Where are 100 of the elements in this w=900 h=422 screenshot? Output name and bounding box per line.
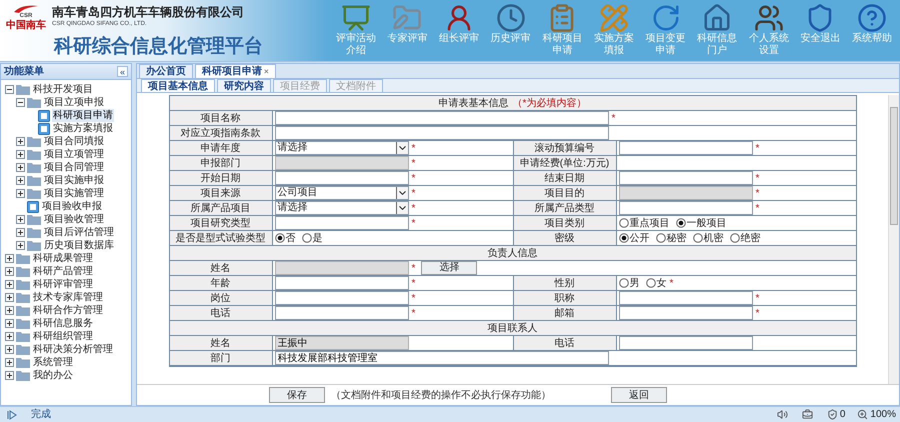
menu-item[interactable]: 科研组织管理 bbox=[32, 330, 94, 343]
tab[interactable]: 研究内容 bbox=[217, 79, 271, 92]
menu-item[interactable]: 科研评审管理 bbox=[32, 278, 94, 291]
text-field[interactable] bbox=[618, 171, 752, 185]
text-field[interactable] bbox=[274, 111, 608, 125]
radio-button[interactable] bbox=[692, 233, 702, 243]
text-field[interactable] bbox=[274, 306, 408, 320]
menu-item[interactable]: 科研合作方管理 bbox=[32, 304, 104, 317]
required-mark: * bbox=[412, 216, 416, 230]
menu-item[interactable]: 项目立项管理 bbox=[43, 148, 105, 161]
expand-icon[interactable] bbox=[5, 280, 14, 289]
select-field[interactable]: 请选择 bbox=[274, 141, 408, 155]
text-field[interactable] bbox=[618, 201, 752, 215]
radio-button[interactable] bbox=[302, 233, 312, 243]
briefcase-icon[interactable] bbox=[802, 409, 813, 420]
text-field[interactable] bbox=[618, 291, 752, 305]
select-button[interactable]: 选择 bbox=[421, 261, 478, 275]
readonly-field[interactable] bbox=[274, 156, 408, 170]
menu-item[interactable]: 项目实施管理 bbox=[43, 187, 105, 200]
shield-icon[interactable] bbox=[826, 409, 838, 420]
radio-label: 是 bbox=[312, 232, 322, 246]
expand-icon[interactable] bbox=[16, 241, 25, 250]
radio-button[interactable] bbox=[618, 218, 628, 228]
menu-item[interactable]: 系统管理 bbox=[32, 356, 74, 369]
speaker-icon[interactable] bbox=[776, 409, 788, 420]
logo-icon bbox=[14, 5, 38, 13]
radio-button[interactable] bbox=[618, 233, 628, 243]
text-field[interactable] bbox=[274, 291, 408, 305]
select-field[interactable]: 请选择 bbox=[274, 201, 408, 215]
expand-icon[interactable] bbox=[5, 319, 14, 328]
expand-icon[interactable] bbox=[5, 345, 14, 354]
radio-button[interactable] bbox=[656, 233, 666, 243]
back-button[interactable]: 返回 bbox=[611, 387, 667, 403]
menu-item[interactable]: 项目合同管理 bbox=[43, 161, 105, 174]
expand-icon[interactable] bbox=[5, 371, 14, 380]
text-field[interactable] bbox=[618, 306, 752, 320]
text-field[interactable] bbox=[274, 216, 408, 230]
pencil-ruler-icon bbox=[598, 3, 629, 33]
readonly-field[interactable] bbox=[274, 261, 408, 275]
radio-button[interactable] bbox=[274, 233, 284, 243]
menu-item[interactable]: 项目验收管理 bbox=[43, 213, 105, 226]
text-field[interactable] bbox=[618, 141, 752, 155]
expand-icon[interactable] bbox=[16, 176, 25, 185]
radio-button[interactable] bbox=[646, 278, 656, 288]
required-mark: * bbox=[612, 112, 616, 126]
expand-icon[interactable] bbox=[5, 267, 14, 276]
text-field[interactable] bbox=[618, 336, 752, 350]
menu-item[interactable]: 实施方案填报 bbox=[52, 122, 114, 135]
expand-icon[interactable] bbox=[5, 332, 14, 341]
section-title: 负责人信息 bbox=[488, 246, 538, 260]
zoom-icon[interactable] bbox=[857, 409, 868, 420]
text-field[interactable] bbox=[274, 276, 408, 290]
tab[interactable]: 科研项目申请 × bbox=[195, 64, 276, 78]
readonly-field[interactable]: 王振中 bbox=[274, 336, 408, 350]
menu-item[interactable]: 历史项目数据库 bbox=[43, 239, 115, 252]
expand-icon[interactable] bbox=[5, 306, 14, 315]
required-mark: * bbox=[756, 186, 760, 200]
menu-item[interactable]: 科研决策分析管理 bbox=[32, 343, 114, 356]
collapse-icon[interactable] bbox=[16, 98, 25, 107]
expand-icon[interactable] bbox=[16, 228, 25, 237]
text-field[interactable] bbox=[274, 126, 608, 140]
menu-item[interactable]: 科技开发项目 bbox=[32, 83, 94, 96]
expand-icon[interactable] bbox=[16, 163, 25, 172]
expand-icon[interactable] bbox=[5, 254, 14, 263]
radio-label: 秘密 bbox=[666, 232, 686, 246]
menu-item[interactable]: 科研信息服务 bbox=[32, 317, 94, 330]
readonly-field[interactable] bbox=[618, 186, 752, 200]
close-icon[interactable]: × bbox=[264, 66, 269, 78]
folder-icon bbox=[16, 84, 30, 95]
expand-icon[interactable] bbox=[16, 137, 25, 146]
text-field[interactable] bbox=[274, 171, 408, 185]
expand-icon[interactable] bbox=[16, 150, 25, 159]
scrollbar[interactable] bbox=[888, 95, 899, 384]
select-field[interactable]: 公司项目 bbox=[274, 186, 408, 200]
radio-button[interactable] bbox=[618, 278, 628, 288]
menu-item[interactable]: 科研项目申请 bbox=[52, 109, 114, 122]
radio-button[interactable] bbox=[676, 218, 686, 228]
tab[interactable]: 办公首页 bbox=[139, 64, 193, 78]
menu-item[interactable]: 技术专家库管理 bbox=[32, 291, 104, 304]
expand-icon[interactable] bbox=[16, 215, 25, 224]
expand-icon[interactable] bbox=[5, 293, 14, 302]
menu-item[interactable]: 科研产品管理 bbox=[32, 265, 94, 278]
save-button[interactable]: 保存 bbox=[269, 387, 325, 403]
menu-item[interactable]: 我的办公 bbox=[32, 369, 74, 382]
collapse-button[interactable]: « bbox=[117, 66, 128, 77]
radio-button[interactable] bbox=[730, 233, 740, 243]
menu-item[interactable]: 项目后评估管理 bbox=[43, 226, 115, 239]
users-icon bbox=[754, 3, 784, 33]
field-label: 所属产品项目 bbox=[170, 201, 272, 215]
menu-item[interactable]: 项目验收申报 bbox=[41, 200, 103, 213]
expand-icon[interactable] bbox=[16, 189, 25, 198]
collapse-icon[interactable] bbox=[5, 85, 14, 94]
menu-item[interactable]: 科研成果管理 bbox=[32, 252, 94, 265]
expand-icon[interactable] bbox=[5, 358, 14, 367]
menu-item[interactable]: 项目立项申报 bbox=[43, 96, 105, 109]
required-mark: * bbox=[412, 142, 416, 156]
menu-item[interactable]: 项目实施申报 bbox=[43, 174, 105, 187]
text-field[interactable]: 科技发展部科技管理室 bbox=[274, 351, 608, 365]
menu-item[interactable]: 项目合同填报 bbox=[43, 135, 105, 148]
tab[interactable]: 项目基本信息 bbox=[141, 79, 215, 92]
